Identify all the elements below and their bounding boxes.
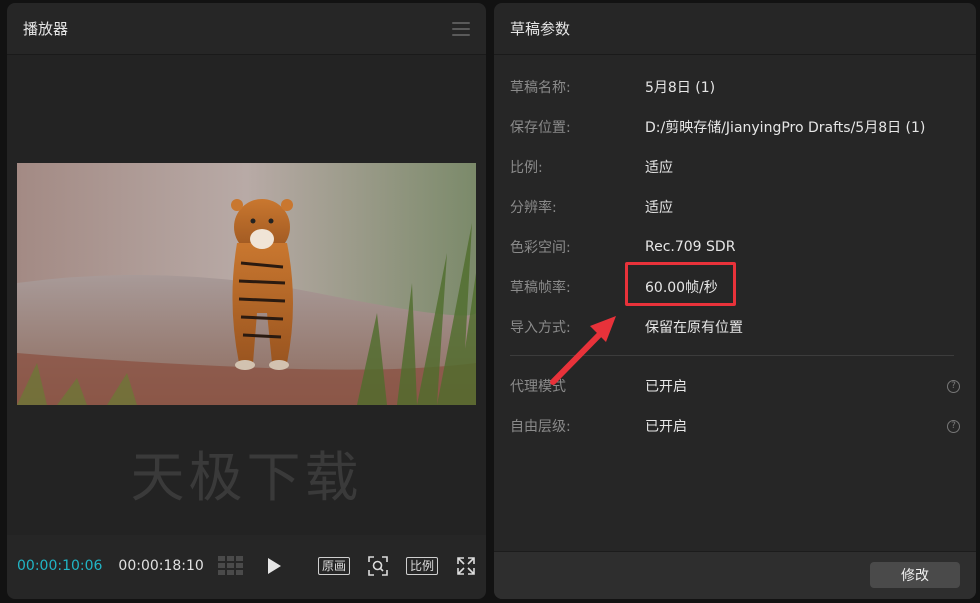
draft-title: 草稿参数: [510, 20, 571, 38]
help-icon[interactable]: ?: [947, 419, 960, 433]
player-controls: 00:00:10:06 00:00:18:10 原画 比例: [7, 533, 486, 599]
prop-row-location: 保存位置: D:/剪映存储/JianyingPro Drafts/5月8日 (1…: [510, 107, 960, 147]
prop-label: 导入方式:: [510, 320, 571, 336]
timeline-grid-icon[interactable]: [217, 556, 244, 576]
player-right-controls: 原画 比例: [317, 556, 476, 576]
draft-properties: 草稿名称: 5月8日 (1) 保存位置: D:/剪映存储/JianyingPro…: [494, 55, 976, 446]
prop-label: 比例:: [510, 160, 543, 176]
help-icon[interactable]: ?: [947, 379, 960, 393]
tiger-image: [17, 163, 476, 405]
prop-value: 已开启: [645, 379, 687, 395]
draft-footer: 修改: [494, 551, 976, 599]
menu-icon[interactable]: [452, 21, 470, 36]
prop-value: 适应: [645, 200, 673, 216]
prop-row-name: 草稿名称: 5月8日 (1): [510, 67, 960, 107]
watermark-text: 天极下载: [130, 446, 363, 509]
annotation-highlight-box: [625, 262, 736, 306]
prop-label: 自由层级:: [510, 419, 571, 435]
prop-row-color-space: 色彩空间: Rec.709 SDR: [510, 227, 960, 267]
player-stage: 天极下载: [7, 55, 486, 535]
play-icon[interactable]: [266, 557, 282, 575]
prop-value: 5月8日 (1): [645, 80, 716, 96]
prop-label: 保存位置:: [510, 120, 571, 136]
total-timecode: 00:00:18:10: [118, 558, 204, 574]
prop-row-ratio: 比例: 适应: [510, 147, 960, 187]
modify-button[interactable]: 修改: [870, 562, 960, 588]
player-title: 播放器: [23, 20, 69, 38]
original-quality-button[interactable]: 原画: [317, 557, 350, 575]
prop-label: 草稿名称:: [510, 80, 571, 96]
prop-label: 分辨率:: [510, 200, 557, 216]
prop-row-free-layer: 自由层级: 已开启 ?: [510, 406, 960, 446]
ratio-button[interactable]: 比例: [405, 557, 438, 575]
prop-value: 已开启: [645, 419, 687, 435]
prop-value: D:/剪映存储/JianyingPro Drafts/5月8日 (1): [645, 120, 926, 136]
divider: [510, 355, 954, 356]
draft-header: 草稿参数: [494, 3, 976, 55]
zoom-fit-icon[interactable]: [368, 556, 388, 576]
prop-label: 色彩空间:: [510, 240, 571, 256]
prop-row-resolution: 分辨率: 适应: [510, 187, 960, 227]
fullscreen-icon[interactable]: [456, 556, 476, 576]
video-preview[interactable]: [17, 163, 476, 405]
prop-value: 适应: [645, 160, 673, 176]
player-panel: 播放器 天极下载 00:00:10:06 00:00:18:10 原画 比例: [7, 3, 486, 599]
player-header: 播放器: [7, 3, 486, 55]
prop-value: Rec.709 SDR: [645, 239, 736, 255]
prop-row-proxy-mode: 代理模式 已开启 ?: [510, 366, 960, 406]
prop-value: 保留在原有位置: [645, 320, 743, 336]
prop-row-import-mode: 导入方式: 保留在原有位置: [510, 307, 960, 347]
prop-label: 代理模式: [510, 379, 566, 395]
current-timecode: 00:00:10:06: [17, 558, 103, 574]
